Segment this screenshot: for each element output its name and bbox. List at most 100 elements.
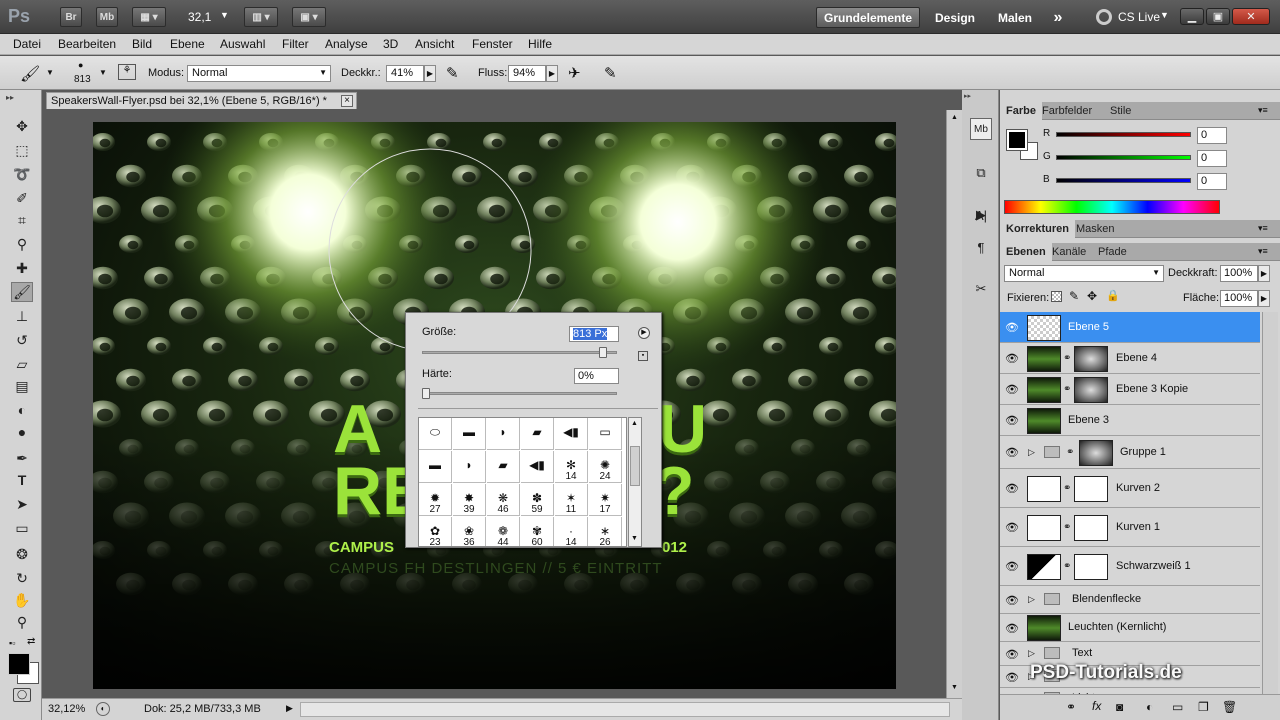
lock-position-icon[interactable]: ✥ bbox=[1087, 289, 1097, 303]
airbrush-icon[interactable]: ✈ bbox=[568, 64, 581, 82]
brush-tip[interactable]: ◀▮ bbox=[555, 418, 588, 450]
mini-bridge-icon[interactable]: Mb bbox=[970, 118, 992, 140]
status-menu-icon[interactable]: ▶ bbox=[286, 703, 293, 714]
brush-tip[interactable]: ✽ 59 bbox=[521, 484, 554, 516]
mask-link-icon[interactable]: ⚭ bbox=[1063, 384, 1071, 395]
default-colors-icon[interactable]: ▪▫ bbox=[9, 638, 15, 648]
workspace-grundelemente[interactable]: Grundelemente bbox=[816, 7, 920, 28]
visibility-eye-icon[interactable]: 👁 bbox=[1003, 592, 1021, 608]
brush-tip[interactable]: ▰ bbox=[487, 451, 520, 483]
flow-field[interactable]: 94% bbox=[508, 65, 546, 82]
new-group-icon[interactable]: ▭ bbox=[1172, 700, 1183, 714]
brush-tip[interactable]: ◗ bbox=[487, 418, 520, 450]
brush-tip[interactable]: ◗ bbox=[453, 451, 486, 483]
layer-mask-thumbnail[interactable] bbox=[1074, 345, 1108, 372]
tool-presets-icon[interactable]: ✂ bbox=[970, 278, 992, 300]
brush-tip[interactable]: ⬭ bbox=[419, 418, 452, 450]
mask-link-icon[interactable]: ⚭ bbox=[1063, 561, 1071, 572]
opacity-slider-button[interactable]: ▶ bbox=[424, 65, 436, 82]
mini-bridge-button[interactable]: Mb bbox=[96, 7, 118, 27]
mode-select[interactable]: Normal ▼ bbox=[187, 65, 331, 82]
add-mask-icon[interactable]: ◙ bbox=[1116, 700, 1123, 714]
brush-size-readout[interactable]: 813 bbox=[74, 74, 91, 85]
scroll-thumb[interactable] bbox=[630, 446, 640, 486]
panel-menu-icon[interactable]: ▾≡ bbox=[1258, 246, 1268, 257]
mask-link-icon[interactable]: ⚭ bbox=[1063, 522, 1071, 533]
brush-tool-icon[interactable]: 🖌 bbox=[11, 282, 33, 302]
menu-hilfe[interactable]: Hilfe bbox=[528, 37, 552, 51]
clone-stamp-tool-icon[interactable]: ⊥ bbox=[11, 306, 33, 326]
menu-fenster[interactable]: Fenster bbox=[472, 37, 513, 51]
layer-opacity-slider-button[interactable]: ▶ bbox=[1258, 265, 1270, 282]
layer-row[interactable]: 👁 ⚭ Kurven 2 bbox=[1000, 469, 1260, 508]
lasso-tool-icon[interactable]: ➰ bbox=[11, 164, 33, 184]
delete-layer-icon[interactable]: 🗑 bbox=[1222, 700, 1237, 714]
layer-mask-thumbnail[interactable] bbox=[1079, 439, 1113, 466]
visibility-eye-icon[interactable]: 👁 bbox=[1003, 445, 1021, 461]
layer-row[interactable]: 👁 ⚭ Ebene 3 Kopie bbox=[1000, 374, 1260, 405]
workspace-design[interactable]: Design bbox=[928, 7, 982, 28]
fill-field[interactable]: 100% bbox=[1220, 290, 1258, 307]
visibility-eye-icon[interactable]: 👁 bbox=[1003, 382, 1021, 398]
layer-style-icon[interactable]: fx bbox=[1092, 699, 1101, 713]
layer-mask-thumbnail[interactable] bbox=[1074, 514, 1108, 541]
layer-row[interactable]: 👁 ⚭ Schwarzweiß 1 bbox=[1000, 547, 1260, 586]
panel-menu-icon[interactable]: ▾≡ bbox=[1258, 105, 1268, 116]
dodge-tool-icon[interactable]: ● bbox=[11, 422, 33, 442]
new-preset-icon[interactable]: ▪ bbox=[638, 351, 648, 361]
layer-opacity-field[interactable]: 100% bbox=[1220, 265, 1258, 282]
brush-tip[interactable]: ✾ 60 bbox=[521, 517, 554, 546]
fill-slider-button[interactable]: ▶ bbox=[1258, 290, 1270, 307]
foreground-color-swatch[interactable] bbox=[8, 653, 30, 675]
layer-mask-thumbnail[interactable] bbox=[1074, 553, 1108, 580]
brush-tip[interactable]: ✶ 11 bbox=[555, 484, 588, 516]
size-slider-thumb[interactable] bbox=[599, 347, 608, 358]
brush-tip[interactable]: ❋ 46 bbox=[487, 484, 520, 516]
text-tool-icon[interactable]: T bbox=[11, 470, 33, 490]
document-vertical-scrollbar[interactable]: ▲ ▼ bbox=[946, 110, 962, 698]
mask-link-icon[interactable]: ⚭ bbox=[1063, 353, 1071, 364]
expand-group-icon[interactable]: ▷ bbox=[1028, 648, 1035, 659]
r-slider[interactable] bbox=[1056, 132, 1191, 137]
visibility-eye-icon[interactable]: 👁 bbox=[1003, 559, 1021, 575]
lock-all-icon[interactable]: 🔒 bbox=[1106, 289, 1120, 302]
visibility-eye-icon[interactable]: 👁 bbox=[1003, 646, 1021, 662]
close-document-icon[interactable]: × bbox=[341, 95, 353, 107]
tab-masken[interactable]: Masken bbox=[1070, 220, 1121, 238]
menu-auswahl[interactable]: Auswahl bbox=[220, 37, 265, 51]
mask-link-icon[interactable]: ⚭ bbox=[1063, 483, 1071, 494]
visibility-eye-icon[interactable]: 👁 bbox=[1003, 320, 1021, 336]
scroll-down-icon[interactable]: ▼ bbox=[631, 535, 638, 542]
tab-kanaele[interactable]: Kanäle bbox=[1046, 243, 1092, 261]
maximize-icon[interactable]: ▣ bbox=[1206, 8, 1230, 25]
collapse-strip-icon[interactable]: ▸▸ bbox=[964, 92, 971, 100]
marquee-tool-icon[interactable]: ⬚ bbox=[11, 140, 33, 160]
menu-ebene[interactable]: Ebene bbox=[170, 37, 205, 51]
gradient-tool-icon[interactable]: ▤ bbox=[11, 376, 33, 396]
healing-brush-tool-icon[interactable]: ✚ bbox=[11, 258, 33, 278]
quick-mask-icon[interactable]: ◯ bbox=[13, 688, 31, 702]
hand-tool-icon[interactable]: ✋ bbox=[11, 590, 33, 610]
eraser-tool-icon[interactable]: ▱ bbox=[11, 354, 33, 374]
3d-rotate-tool-icon[interactable]: ❂ bbox=[11, 544, 33, 564]
brush-tip[interactable]: ❁ 44 bbox=[487, 517, 520, 546]
layer-row[interactable]: 👁 Ebene 5 bbox=[1000, 312, 1260, 343]
cslive-dropdown-icon[interactable]: ▼ bbox=[1160, 10, 1169, 20]
visibility-eye-icon[interactable]: 👁 bbox=[1003, 620, 1021, 636]
bridge-button[interactable]: Br bbox=[60, 7, 82, 27]
brush-tip[interactable]: ▰ bbox=[521, 418, 554, 450]
brush-tip[interactable]: ∗ 26 bbox=[589, 517, 622, 546]
brush-tip[interactable]: ✹ 27 bbox=[419, 484, 452, 516]
menu-3d[interactable]: 3D bbox=[383, 37, 398, 51]
path-selection-tool-icon[interactable]: ➤ bbox=[11, 494, 33, 514]
visibility-eye-icon[interactable]: 👁 bbox=[1003, 520, 1021, 536]
scroll-up-icon[interactable]: ▲ bbox=[951, 114, 958, 121]
lock-pixels-icon[interactable]: ✎ bbox=[1069, 289, 1079, 303]
shape-tool-icon[interactable]: ▭ bbox=[11, 518, 33, 538]
menu-analyse[interactable]: Analyse bbox=[325, 37, 368, 51]
panel-menu-icon[interactable]: ▾≡ bbox=[1258, 223, 1268, 234]
more-workspaces-icon[interactable]: » bbox=[1046, 7, 1070, 28]
picker-menu-icon[interactable]: ▶ bbox=[638, 327, 650, 339]
paragraph-icon[interactable]: ¶ bbox=[970, 236, 992, 258]
adjustment-layer-icon[interactable]: ◐ bbox=[1146, 700, 1153, 714]
